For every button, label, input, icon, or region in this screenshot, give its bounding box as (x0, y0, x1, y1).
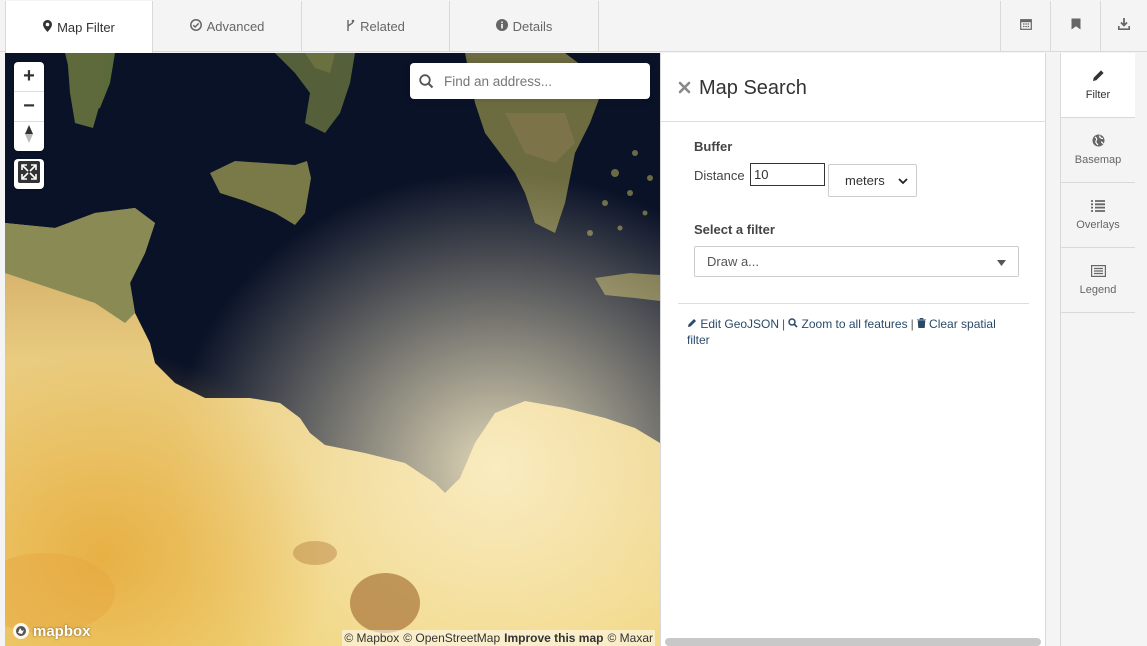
download-button[interactable] (1100, 1, 1147, 51)
divider (678, 303, 1029, 304)
filter-select-value: Draw a... (707, 254, 760, 269)
spatial-actions: Edit GeoJSON | Zoom to all features | Clea… (687, 316, 1017, 348)
bookmark-button[interactable] (1050, 1, 1100, 51)
right-rail: Filter Basemap Overlays Legend (1060, 53, 1135, 646)
bookmark-icon (1071, 17, 1081, 35)
tab-details[interactable]: Details (450, 1, 599, 52)
expand-icon (18, 160, 40, 188)
map-view[interactable]: + − mapbox © Mapbox © OpenStreetMap Impr… (5, 53, 660, 646)
rail-item-label: Overlays (1076, 218, 1120, 231)
map-marker-icon (43, 19, 53, 35)
rail-item-label: Legend (1079, 283, 1117, 296)
edit-geojson-label: Edit GeoJSON (700, 317, 780, 331)
calendar-button[interactable] (1000, 1, 1050, 51)
close-icon[interactable] (678, 79, 691, 99)
compass-button[interactable] (14, 122, 44, 151)
window-edge (1135, 53, 1147, 646)
fullscreen-button[interactable] (14, 159, 44, 189)
tab-label: Advanced (206, 19, 265, 34)
panel-header: Map Search (678, 77, 807, 100)
map-attribution: © Mapbox © OpenStreetMap Improve this ma… (342, 630, 655, 646)
rail-item-label: Basemap (1074, 154, 1122, 166)
attribution-mapbox[interactable]: © Mapbox (344, 631, 399, 645)
calendar-icon (1019, 17, 1032, 35)
tab-map-filter[interactable]: Map Filter (5, 1, 153, 53)
zoom-in-button[interactable]: + (14, 62, 44, 92)
rail-item-basemap[interactable]: Basemap (1061, 118, 1135, 183)
search-icon (788, 317, 798, 331)
horizontal-scrollbar[interactable] (665, 638, 1041, 646)
zoom-to-features-link[interactable]: Zoom to all features (788, 317, 908, 331)
attribution-osm[interactable]: © OpenStreetMap (403, 631, 500, 645)
tab-advanced[interactable]: Advanced (153, 1, 302, 52)
zoom-to-features-label: Zoom to all features (801, 317, 908, 331)
pencil-icon (687, 317, 697, 331)
rail-item-overlays[interactable]: Overlays (1061, 183, 1135, 248)
mapbox-logo[interactable]: mapbox (12, 622, 91, 640)
list-icon (1091, 199, 1105, 215)
globe-icon (1092, 134, 1105, 150)
branch-icon (346, 19, 355, 35)
compass-icon (24, 124, 34, 149)
map-search-panel: Map Search Buffer Distance meters Select… (660, 53, 1046, 646)
download-icon (1118, 17, 1130, 35)
tab-label: Related (360, 19, 405, 34)
tab-label: Map Filter (57, 19, 115, 35)
zoom-control: + − (14, 62, 44, 151)
improve-map-link[interactable]: Improve this map (504, 631, 603, 645)
divider (661, 121, 1045, 122)
rail-item-legend[interactable]: Legend (1061, 248, 1135, 313)
panel-title: Map Search (699, 77, 807, 99)
search-icon (419, 73, 434, 89)
unit-select[interactable]: meters (828, 164, 917, 197)
check-circle-icon (189, 19, 202, 34)
buffer-label: Buffer (694, 139, 733, 154)
filter-label: Select a filter (694, 222, 775, 237)
caret-down-icon (997, 254, 1006, 269)
address-search[interactable] (410, 63, 650, 99)
mapbox-logo-text: mapbox (33, 622, 91, 640)
separator: | (910, 317, 914, 331)
zoom-out-button[interactable]: − (14, 92, 44, 122)
rail-item-label: Filter (1085, 89, 1111, 101)
tab-label: Details (512, 19, 553, 34)
trash-icon (916, 317, 926, 331)
legend-icon (1090, 264, 1106, 280)
filter-select[interactable]: Draw a... (694, 246, 1019, 277)
edit-geojson-link[interactable]: Edit GeoJSON (687, 317, 779, 331)
top-tab-bar: Map Filter Advanced Related Details (0, 0, 1147, 53)
unit-select-value: meters (845, 173, 885, 188)
satellite-imagery (5, 53, 660, 646)
rail-item-filter[interactable]: Filter (1061, 53, 1135, 118)
attribution-maxar[interactable]: © Maxar (607, 631, 653, 645)
separator: | (782, 317, 786, 331)
distance-label: Distance (694, 168, 745, 183)
chevron-down-icon (898, 173, 908, 188)
info-circle-icon (495, 19, 508, 34)
pencil-icon (1092, 69, 1105, 85)
tab-related[interactable]: Related (302, 1, 450, 52)
distance-input[interactable] (750, 163, 825, 186)
search-input[interactable] (442, 72, 636, 90)
